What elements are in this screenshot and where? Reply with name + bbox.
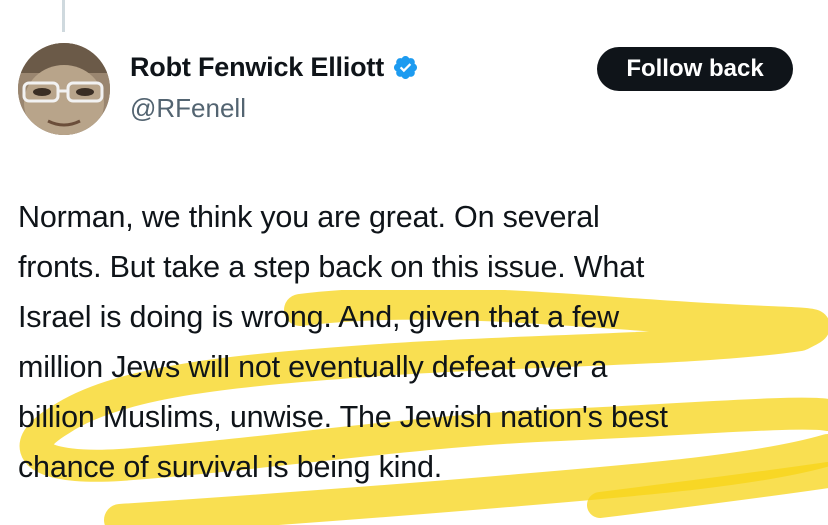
follow-back-button[interactable]: Follow back (597, 47, 793, 91)
avatar[interactable] (18, 43, 110, 135)
avatar-image (18, 43, 110, 135)
author-name-row: Robt Fenwick Elliott (130, 52, 419, 83)
tweet-text: Norman, we think you are great. On sever… (18, 200, 668, 484)
author-display-name[interactable]: Robt Fenwick Elliott (130, 52, 384, 83)
verified-badge-icon (392, 54, 419, 81)
thread-connector-line (62, 0, 65, 32)
author-handle[interactable]: @RFenell (130, 93, 246, 124)
